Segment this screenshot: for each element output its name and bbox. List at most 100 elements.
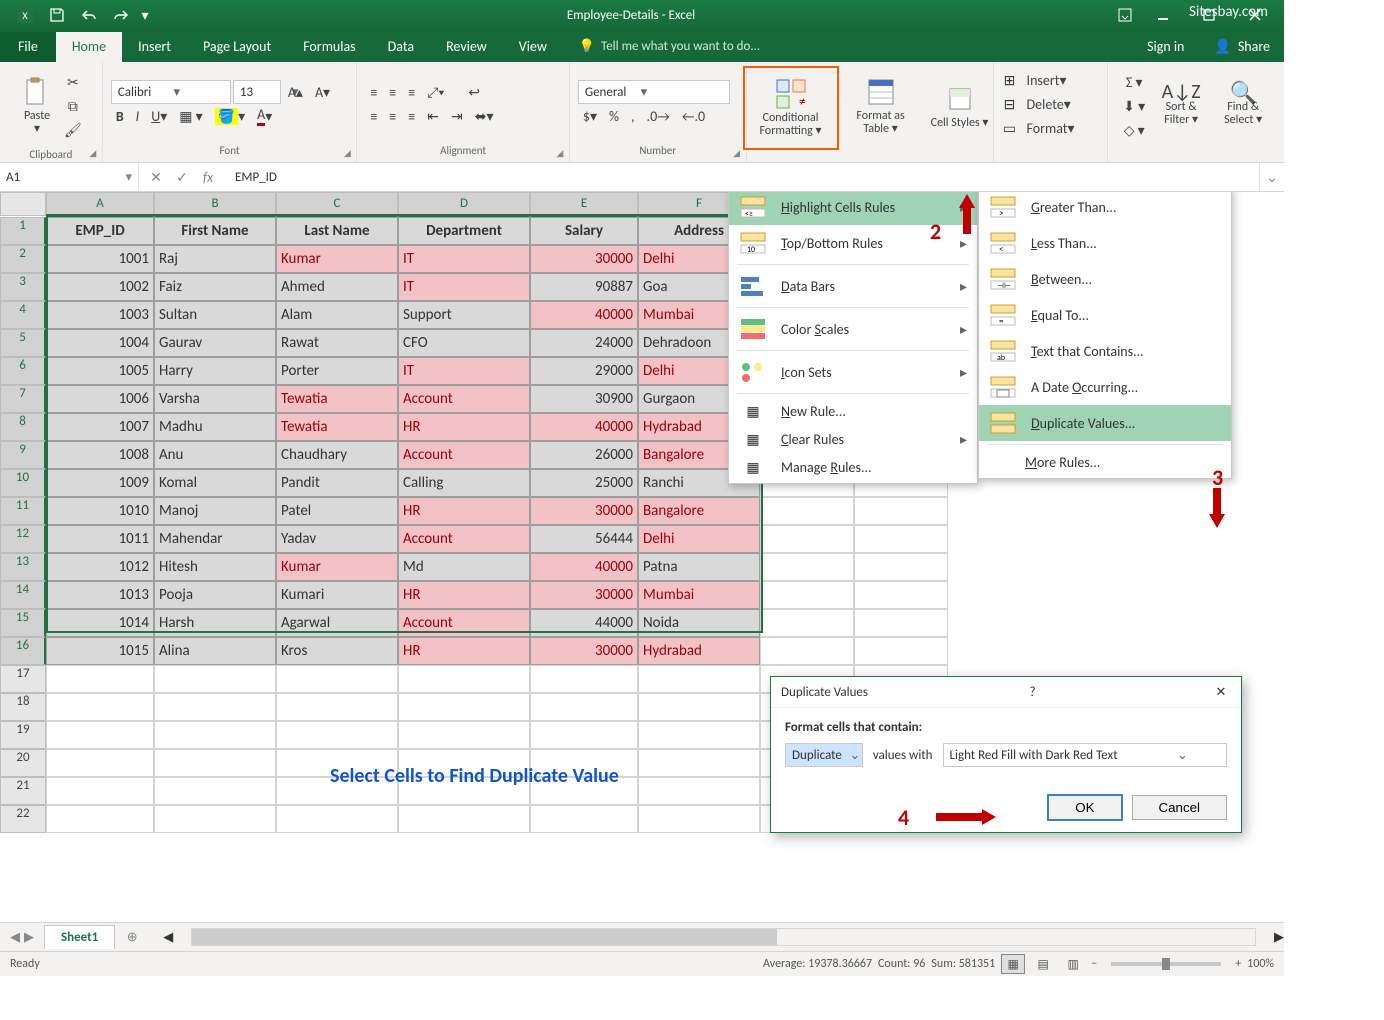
- cell[interactable]: 40000: [530, 553, 638, 581]
- cell[interactable]: [638, 665, 760, 693]
- worksheet-grid[interactable]: ABCDEFGH1EMP_IDFirst NameLast NameDepart…: [0, 192, 1284, 922]
- align-left-icon[interactable]: ≡: [365, 104, 382, 128]
- submenu-more-rules[interactable]: More Rules...: [979, 448, 1231, 476]
- cancel-formula-icon[interactable]: ✕: [147, 169, 165, 186]
- cell[interactable]: Delhi: [638, 525, 760, 553]
- cell[interactable]: HR: [398, 637, 530, 665]
- row-header[interactable]: 6: [0, 357, 46, 385]
- normal-view-icon[interactable]: ▦: [1001, 954, 1025, 974]
- font-size-combo[interactable]: 13▾: [233, 80, 281, 104]
- submenu-duplicate-values[interactable]: Duplicate Values...: [979, 405, 1231, 441]
- cell[interactable]: 30000: [530, 497, 638, 525]
- cell[interactable]: [398, 665, 530, 693]
- cell[interactable]: 1010: [46, 497, 154, 525]
- row-header[interactable]: 12: [0, 525, 46, 553]
- cell[interactable]: [760, 525, 854, 553]
- cell[interactable]: [638, 777, 760, 805]
- cell[interactable]: [530, 693, 638, 721]
- tab-view[interactable]: View: [503, 32, 563, 62]
- cell[interactable]: Agarwal: [276, 609, 398, 637]
- row-header[interactable]: 15: [0, 609, 46, 637]
- format-cells-button[interactable]: Format ▾: [1022, 116, 1080, 140]
- underline-button[interactable]: U ▾: [146, 104, 172, 128]
- row-header[interactable]: 10: [0, 469, 46, 497]
- cell[interactable]: Mahendar: [154, 525, 276, 553]
- tab-review[interactable]: Review: [430, 32, 503, 62]
- cell[interactable]: Account: [398, 609, 530, 637]
- cell[interactable]: Chaudhary: [276, 441, 398, 469]
- cell[interactable]: Faiz: [154, 273, 276, 301]
- tab-insert[interactable]: Insert: [122, 32, 187, 62]
- zoom-slider[interactable]: [1111, 962, 1221, 966]
- align-bottom-icon[interactable]: ≡: [403, 80, 420, 104]
- cell[interactable]: 1004: [46, 329, 154, 357]
- cell[interactable]: [154, 693, 276, 721]
- row-header[interactable]: 19: [0, 721, 46, 749]
- row-header[interactable]: 3: [0, 273, 46, 301]
- cell[interactable]: 1003: [46, 301, 154, 329]
- redo-icon[interactable]: [106, 2, 136, 28]
- format-painter-button[interactable]: 🖌: [59, 118, 87, 142]
- dialog-launcher-icon[interactable]: ◢: [86, 146, 100, 160]
- tab-nav-next-icon[interactable]: ▶: [24, 930, 34, 945]
- cell[interactable]: HR: [398, 581, 530, 609]
- cell[interactable]: Account: [398, 385, 530, 413]
- format-as-table-button[interactable]: Format as Table ▾: [839, 66, 923, 146]
- submenu-date-occurring[interactable]: A Date Occurring...: [979, 369, 1231, 405]
- header-cell[interactable]: First Name: [154, 217, 276, 245]
- duplicate-mode-combo[interactable]: Duplicate⌄: [785, 743, 863, 767]
- cell[interactable]: [398, 805, 530, 833]
- cell[interactable]: 29000: [530, 357, 638, 385]
- cell[interactable]: [638, 721, 760, 749]
- row-header[interactable]: 14: [0, 581, 46, 609]
- cell[interactable]: Porter: [276, 357, 398, 385]
- align-middle-icon[interactable]: ≡: [384, 80, 401, 104]
- cell[interactable]: 1014: [46, 609, 154, 637]
- row-header[interactable]: 21: [0, 777, 46, 805]
- maximize-button[interactable]: [1186, 1, 1232, 29]
- paste-button[interactable]: Paste▾: [15, 66, 59, 146]
- format-style-combo[interactable]: Light Red Fill with Dark Red Text⌄: [943, 743, 1228, 767]
- horizontal-scrollbar[interactable]: ◀▶: [163, 928, 1284, 946]
- dialog-help-icon[interactable]: ?: [1029, 685, 1035, 700]
- bold-button[interactable]: B: [111, 104, 129, 128]
- qat-customize-icon[interactable]: ▾: [138, 2, 152, 28]
- cell[interactable]: Anu: [154, 441, 276, 469]
- cell[interactable]: [46, 749, 154, 777]
- autosum-button[interactable]: Σ ▾: [1118, 70, 1150, 94]
- cell[interactable]: [276, 721, 398, 749]
- menu-highlight-cells-rules[interactable]: <≥Highlight Cells Rules▸: [729, 192, 977, 225]
- cell[interactable]: Bangalore: [638, 497, 760, 525]
- cell[interactable]: Raj: [154, 245, 276, 273]
- cell[interactable]: 56444: [530, 525, 638, 553]
- cell[interactable]: HR: [398, 413, 530, 441]
- cell[interactable]: [854, 581, 948, 609]
- cell[interactable]: 1007: [46, 413, 154, 441]
- menu-top-bottom-rules[interactable]: 10Top/Bottom Rules▸: [729, 225, 977, 261]
- cell[interactable]: Kumari: [276, 581, 398, 609]
- tab-nav-prev-icon[interactable]: ◀: [10, 930, 20, 945]
- row-header[interactable]: 7: [0, 385, 46, 413]
- conditional-formatting-button[interactable]: ≠Conditional Formatting ▾: [743, 66, 839, 150]
- undo-icon[interactable]: [74, 2, 104, 28]
- row-header[interactable]: 13: [0, 553, 46, 581]
- cell[interactable]: 24000: [530, 329, 638, 357]
- align-center-icon[interactable]: ≡: [384, 104, 401, 128]
- increase-font-icon[interactable]: A▴: [283, 80, 308, 104]
- dialog-launcher-icon[interactable]: ◢: [553, 146, 567, 160]
- cell[interactable]: IT: [398, 245, 530, 273]
- cell[interactable]: Hydrabad: [638, 637, 760, 665]
- row-header[interactable]: 8: [0, 413, 46, 441]
- row-header[interactable]: 18: [0, 693, 46, 721]
- tab-formulas[interactable]: Formulas: [287, 32, 371, 62]
- select-all-corner[interactable]: [0, 192, 46, 216]
- cell[interactable]: Md: [398, 553, 530, 581]
- cell[interactable]: 1002: [46, 273, 154, 301]
- tab-file[interactable]: File: [0, 32, 56, 62]
- decrease-decimal-icon[interactable]: ←.0: [677, 104, 710, 128]
- header-cell[interactable]: EMP_ID: [46, 217, 154, 245]
- cell[interactable]: Gaurav: [154, 329, 276, 357]
- menu-icon-sets[interactable]: Icon Sets▸: [729, 354, 977, 390]
- row-header[interactable]: 1: [0, 217, 46, 245]
- expand-formula-bar-icon[interactable]: ⌄: [1259, 163, 1284, 191]
